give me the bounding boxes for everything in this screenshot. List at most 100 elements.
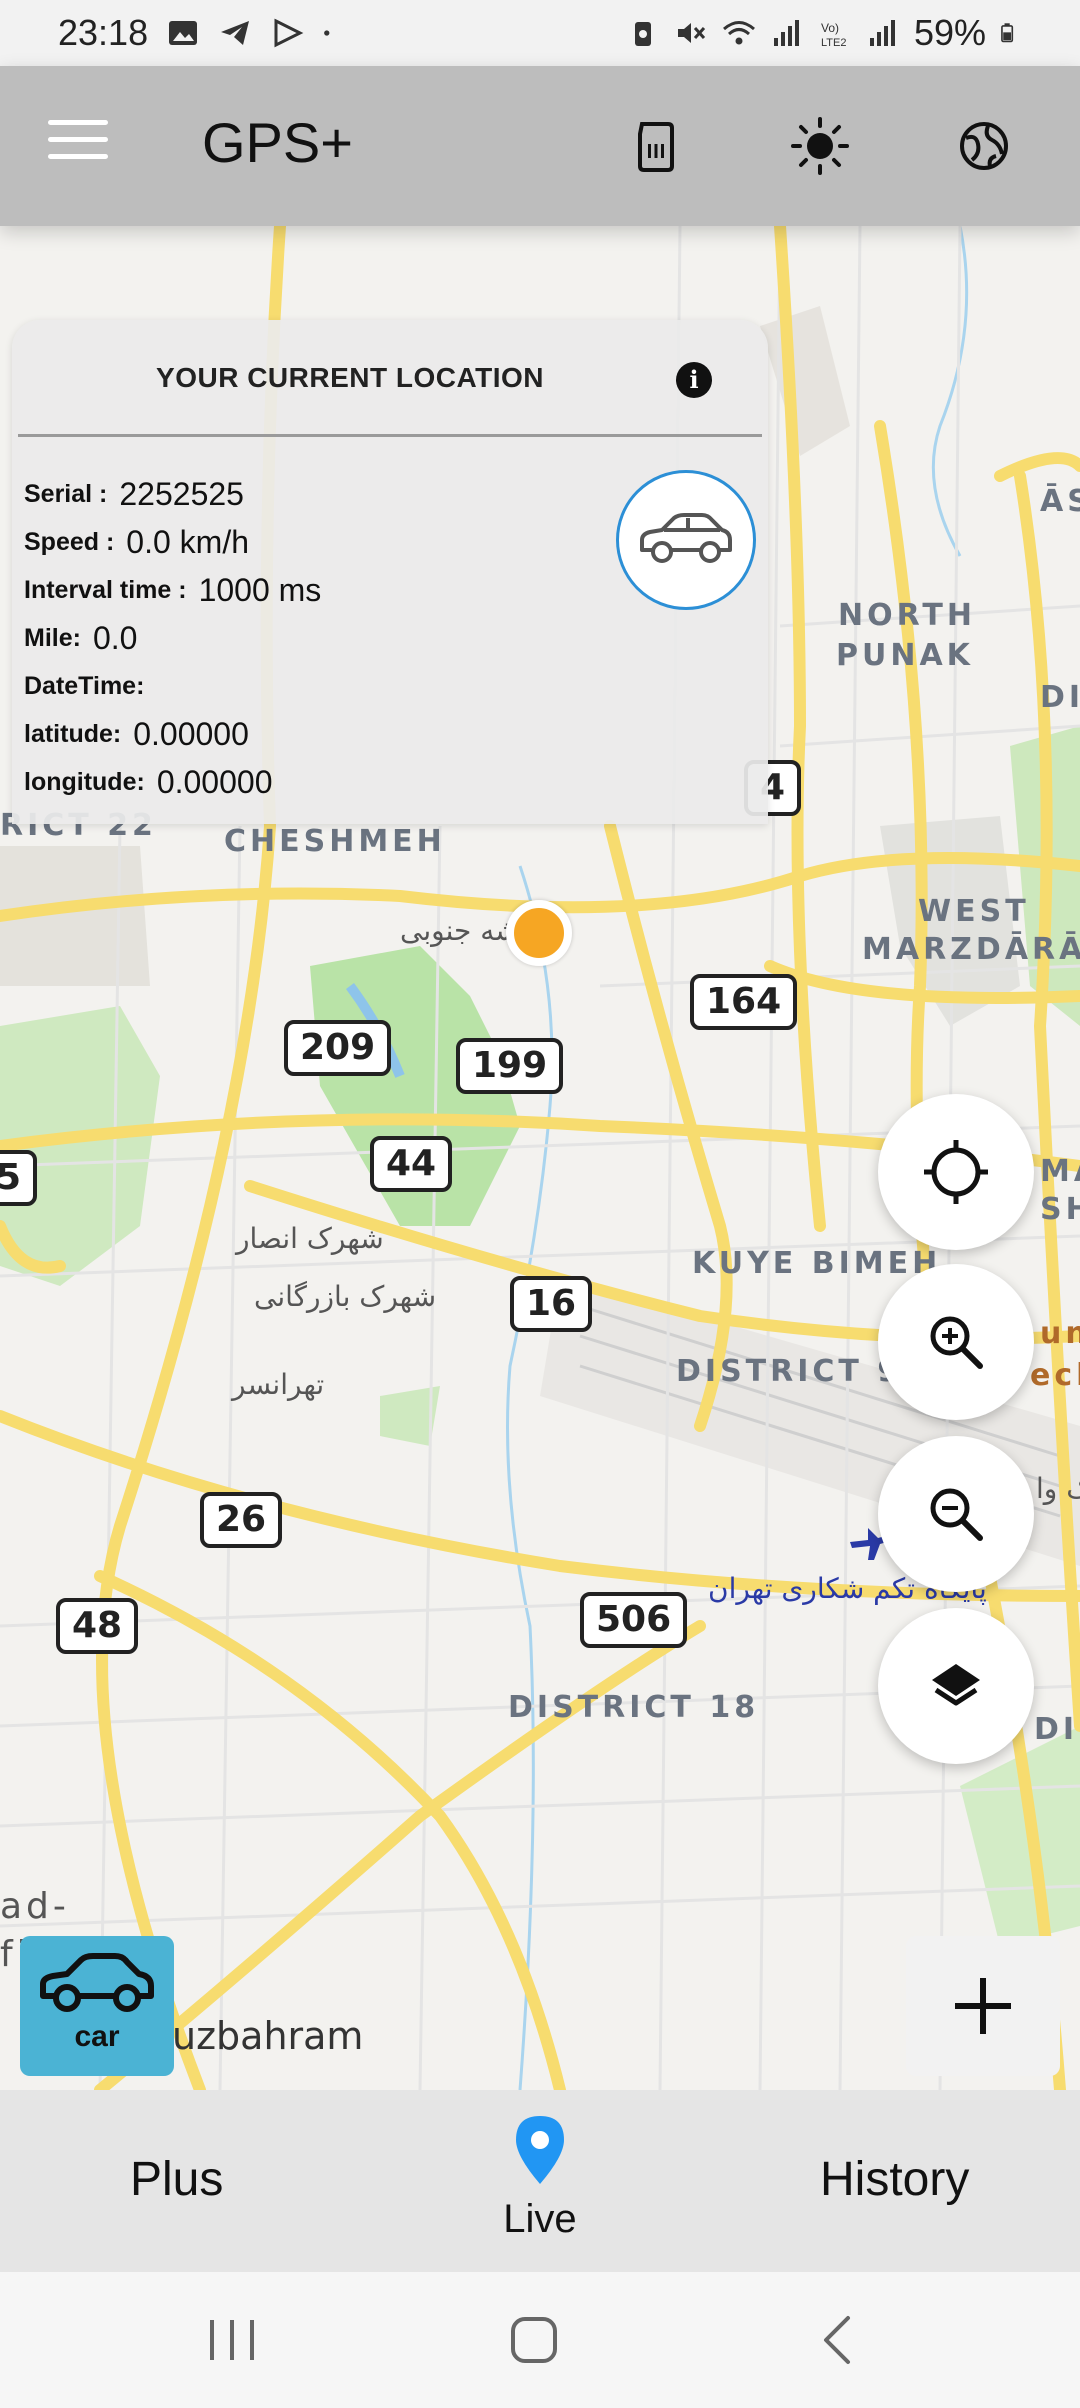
svg-text:LTE2: LTE2 bbox=[821, 37, 846, 48]
map-district-label: un bbox=[1040, 1316, 1080, 1351]
map-district-label: KUYE BIMEH bbox=[692, 1246, 942, 1281]
dot-icon bbox=[324, 30, 330, 36]
road-shield: 48 bbox=[56, 1598, 139, 1654]
map-district-label: CHESHMEH bbox=[224, 824, 446, 859]
interval-key: Interval time : bbox=[24, 575, 187, 604]
datetime-key: DateTime: bbox=[24, 671, 145, 700]
map-district-label: DISTRICT 18 bbox=[508, 1690, 760, 1725]
play-store-icon bbox=[274, 18, 304, 48]
car-button-label: car bbox=[74, 2020, 120, 2053]
location-pin-icon bbox=[516, 2116, 564, 2184]
battery-percent: 59% bbox=[913, 12, 986, 53]
bottom-navigation: Plus Live History bbox=[0, 2090, 1080, 2272]
zoom-out-icon bbox=[930, 1488, 983, 1541]
map-district-label: NORTH bbox=[838, 598, 976, 633]
interval-value: 1000 ms bbox=[198, 571, 322, 608]
car-select-button[interactable]: car bbox=[20, 1936, 174, 2076]
road-shield: 199 bbox=[456, 1038, 564, 1094]
sd-card-icon[interactable] bbox=[626, 116, 686, 176]
recent-apps-icon[interactable] bbox=[202, 2310, 262, 2370]
location-details: Serial : 2252525 Speed : 0.0 km/h Interval… bbox=[24, 470, 321, 806]
serial-value: 2252525 bbox=[119, 475, 244, 512]
back-icon[interactable] bbox=[808, 2310, 868, 2370]
battery-icon bbox=[1001, 23, 1014, 43]
location-card: YOUR CURRENT LOCATION i Serial : 2252525 … bbox=[12, 320, 768, 824]
zoom-in-icon bbox=[930, 1316, 983, 1369]
road-shield: 5 bbox=[0, 1150, 38, 1206]
gallery-icon bbox=[169, 21, 198, 45]
layers-icon bbox=[932, 1664, 980, 1706]
map-district-label: PUNAK bbox=[836, 638, 974, 673]
map-district-label: MA bbox=[1040, 1154, 1080, 1189]
current-location-marker[interactable] bbox=[506, 900, 572, 966]
map-persian-label: شهرک بازرگانی bbox=[254, 1280, 437, 1313]
serial-key: Serial : bbox=[24, 479, 108, 508]
map-district-label: echn bbox=[1030, 1358, 1080, 1393]
nav-plus[interactable]: Plus bbox=[130, 2152, 223, 2207]
map-district-label: DIS bbox=[1034, 1712, 1080, 1747]
mile-value: 0.0 bbox=[92, 619, 138, 656]
wifi-icon bbox=[722, 21, 755, 45]
serial-row: Serial : 2252525 bbox=[24, 470, 321, 518]
mute-icon bbox=[677, 23, 706, 43]
road-shield: 164 bbox=[690, 974, 798, 1030]
telegram-icon bbox=[221, 21, 250, 45]
info-icon[interactable]: i bbox=[676, 362, 712, 398]
globe-icon[interactable] bbox=[954, 116, 1014, 176]
add-button[interactable] bbox=[906, 1936, 1060, 2076]
app-title: GPS+ bbox=[202, 111, 353, 174]
map-persian-label: شهرک انصار bbox=[236, 1222, 384, 1255]
map-persian-label: تهرانسر bbox=[232, 1368, 325, 1401]
vehicle-type-button[interactable] bbox=[616, 470, 756, 610]
car-icon bbox=[640, 513, 732, 563]
map-district-label: ad- bbox=[0, 1886, 70, 1927]
crosshair-icon bbox=[924, 1140, 988, 1204]
status-bar: 23:18 Vo) LTE2 59% bbox=[0, 0, 1080, 66]
divider bbox=[18, 434, 762, 437]
road-shield: 209 bbox=[284, 1020, 392, 1076]
plus-icon bbox=[955, 1978, 1011, 2034]
signal-icon bbox=[773, 20, 799, 46]
my-location-button[interactable] bbox=[878, 1094, 1034, 1250]
signal-icon-2 bbox=[869, 20, 895, 46]
nav-history[interactable]: History bbox=[820, 2152, 969, 2207]
map-district-label: ĀS bbox=[1040, 484, 1080, 519]
map-district-label: SH bbox=[1040, 1192, 1080, 1227]
interval-row: Interval time : 1000 ms bbox=[24, 566, 321, 614]
zoom-out-button[interactable] bbox=[878, 1436, 1034, 1592]
longitude-key: longitude: bbox=[24, 767, 145, 796]
system-navigation-bar bbox=[0, 2272, 1080, 2408]
map-district-label: WEST bbox=[918, 894, 1030, 929]
car-icon bbox=[40, 1953, 154, 2012]
speed-row: Speed : 0.0 km/h bbox=[24, 518, 321, 566]
location-card-title: YOUR CURRENT LOCATION bbox=[156, 362, 544, 393]
home-icon[interactable] bbox=[504, 2310, 564, 2370]
map-district-label: DI bbox=[1040, 680, 1080, 715]
map-layers-button[interactable] bbox=[878, 1608, 1034, 1764]
road-shield: 26 bbox=[200, 1492, 283, 1548]
lock-notification-icon bbox=[634, 22, 651, 46]
status-time: 23:18 bbox=[58, 12, 149, 53]
road-shield: 44 bbox=[370, 1136, 453, 1192]
datetime-row: DateTime: bbox=[24, 662, 321, 710]
map-district-label: DISTRICT 9 bbox=[676, 1354, 903, 1389]
volte-icon: Vo) LTE2 bbox=[821, 21, 846, 48]
zoom-in-button[interactable] bbox=[878, 1264, 1034, 1420]
nav-live[interactable]: Live bbox=[470, 2114, 610, 2242]
map-persian-label: ک وا bbox=[1036, 1472, 1080, 1505]
app-bar: GPS+ bbox=[0, 66, 1080, 226]
map-district-label: uzbahram bbox=[172, 2014, 364, 2058]
svg-text:Vo): Vo) bbox=[821, 21, 839, 35]
latitude-value: 0.00000 bbox=[133, 715, 249, 752]
road-shield: 506 bbox=[580, 1592, 688, 1648]
speed-value: 0.0 km/h bbox=[126, 523, 250, 560]
map-district-label: MARZDĀRĀN bbox=[862, 932, 1080, 967]
brightness-icon[interactable] bbox=[790, 116, 850, 176]
latitude-row: latitude: 0.00000 bbox=[24, 710, 321, 758]
mile-row: Mile: 0.0 bbox=[24, 614, 321, 662]
road-shield: 16 bbox=[510, 1276, 593, 1332]
speed-key: Speed : bbox=[24, 527, 115, 556]
latitude-key: latitude: bbox=[24, 719, 122, 748]
mile-key: Mile: bbox=[24, 623, 81, 652]
menu-icon[interactable] bbox=[48, 120, 108, 170]
